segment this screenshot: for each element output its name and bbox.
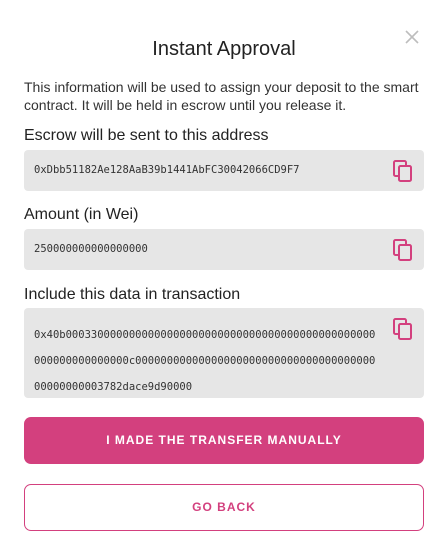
escrow-address-field[interactable]: 0xDbb51182Ae128AaB39b1441AbFC30042066CD9… (24, 150, 424, 191)
escrow-address-label: Escrow will be sent to this address (24, 127, 269, 144)
copy-icon[interactable] (392, 317, 414, 341)
amount-label: Amount (in Wei) (24, 206, 139, 223)
dialog-title: Instant Approval (152, 38, 296, 60)
copy-icon[interactable] (392, 238, 414, 262)
instant-approval-dialog: Instant Approval This information will b… (0, 0, 448, 555)
transaction-data-label: Include this data in transaction (24, 286, 241, 303)
transfer-manually-button[interactable]: I MADE THE TRANSFER MANUALLY (24, 417, 424, 464)
amount-value[interactable]: 250000000000000000 (34, 243, 380, 255)
transaction-data-value[interactable]: 0x40b00033000000000000000000000000000000… (34, 322, 380, 400)
copy-icon[interactable] (392, 159, 414, 183)
dialog-description: This information will be used to assign … (24, 79, 419, 113)
go-back-button[interactable]: GO BACK (24, 484, 424, 531)
transaction-data-field[interactable]: 0x40b00033000000000000000000000000000000… (24, 308, 424, 398)
amount-field[interactable]: 250000000000000000 (24, 229, 424, 270)
escrow-address-value[interactable]: 0xDbb51182Ae128AaB39b1441AbFC30042066CD9… (34, 164, 380, 176)
